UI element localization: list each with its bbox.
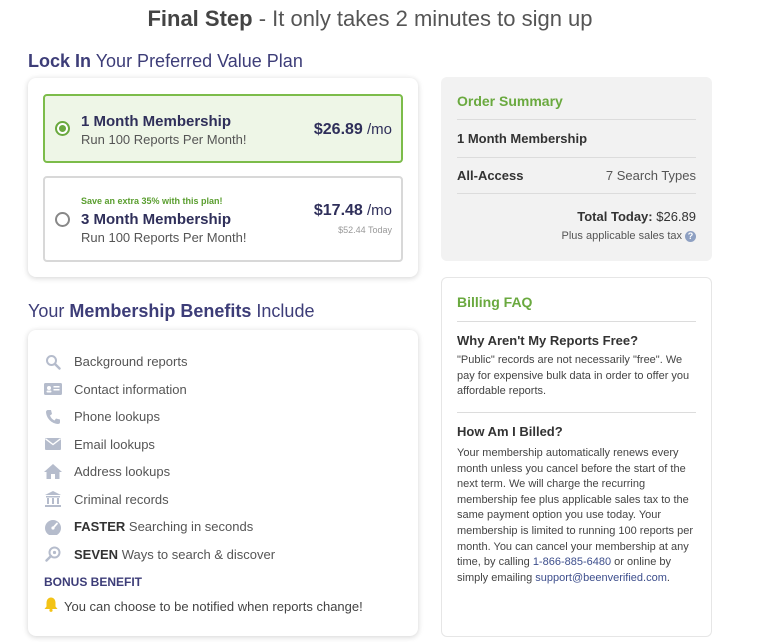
contact-card-icon bbox=[44, 380, 62, 398]
bonus-text: You can choose to be notified when repor… bbox=[64, 598, 363, 614]
envelope-icon bbox=[44, 435, 62, 453]
divider bbox=[457, 157, 696, 158]
benefits-section-title: Your Membership Benefits Include bbox=[28, 301, 314, 322]
plan-option-1-month[interactable]: 1 Month Membership Run 100 Reports Per M… bbox=[43, 94, 403, 163]
benefits-title-post: Include bbox=[251, 301, 315, 321]
benefit-item: Background reports bbox=[44, 348, 275, 376]
benefit-text: Background reports bbox=[74, 354, 188, 370]
benefit-item: Email lookups bbox=[44, 431, 275, 459]
benefit-bold: FASTER bbox=[74, 519, 126, 535]
faq-answer-text: . bbox=[666, 571, 670, 584]
tax-note: Plus applicable sales tax? bbox=[562, 230, 696, 242]
plan-price-unit: /mo bbox=[362, 121, 392, 138]
courthouse-icon bbox=[44, 490, 62, 508]
benefit-text: Address lookups bbox=[74, 464, 171, 480]
divider bbox=[457, 412, 696, 413]
benefit-item: SEVEN Ways to search & discover bbox=[44, 541, 275, 569]
benefit-item: Phone lookups bbox=[44, 403, 275, 431]
plan-promo: Save an extra 35% with this plan! bbox=[81, 196, 223, 206]
faq-answer-text: Your membership automatically renews eve… bbox=[457, 447, 694, 569]
benefits-title-bold: Membership Benefits bbox=[69, 301, 252, 321]
plan-section-title-bold: Lock In bbox=[28, 51, 92, 71]
plan-price-unit: /mo bbox=[362, 202, 392, 219]
total-label: Total Today: bbox=[577, 209, 653, 224]
benefit-item: Criminal records bbox=[44, 486, 275, 514]
summary-access-value: 7 Search Types bbox=[605, 168, 696, 183]
house-icon bbox=[44, 463, 62, 481]
faq-title: Billing FAQ bbox=[457, 294, 533, 310]
plan-price: $26.89 /mo bbox=[314, 121, 392, 139]
divider bbox=[457, 119, 696, 120]
header-rest: - It only takes 2 minutes to sign up bbox=[252, 6, 593, 31]
faq-answer: "Public" records are not necessarily "fr… bbox=[457, 354, 690, 398]
plan-name: 1 Month Membership bbox=[81, 113, 232, 130]
plan-price-note: $52.44 Today bbox=[338, 225, 392, 235]
benefit-item: Address lookups bbox=[44, 458, 275, 486]
speedometer-icon bbox=[44, 518, 62, 536]
plan-price: $17.48 /mo bbox=[314, 202, 392, 220]
benefit-text: Ways to search & discover bbox=[118, 546, 276, 562]
phone-link[interactable]: 1-866-885-6480 bbox=[533, 556, 611, 568]
faq-question: Why Aren't My Reports Free? bbox=[457, 333, 639, 348]
magnifier-icon bbox=[44, 545, 62, 563]
order-summary-title: Order Summary bbox=[457, 93, 563, 109]
bell-icon bbox=[44, 597, 58, 615]
benefit-item: Contact information bbox=[44, 376, 275, 404]
header-bold: Final Step bbox=[147, 6, 253, 31]
benefit-text: Contact information bbox=[74, 381, 187, 397]
tax-note-text: Plus applicable sales tax bbox=[561, 230, 682, 242]
radio-selected[interactable] bbox=[55, 121, 70, 136]
total-today: Total Today: $26.89 bbox=[577, 209, 696, 224]
plan-option-3-month[interactable]: Save an extra 35% with this plan! 3 Mont… bbox=[43, 176, 403, 262]
benefit-text: Criminal records bbox=[74, 491, 169, 507]
plan-price-value: $26.89 bbox=[313, 121, 363, 138]
faq-answer: Your membership automatically renews eve… bbox=[457, 446, 701, 586]
benefits-card: Background reports Contact information P… bbox=[28, 330, 418, 636]
radio-unselected[interactable] bbox=[55, 212, 70, 227]
page-header: Final Step - It only takes 2 minutes to … bbox=[0, 6, 740, 32]
benefit-list: Background reports Contact information P… bbox=[44, 348, 275, 568]
benefit-item: FASTER Searching in seconds bbox=[44, 513, 275, 541]
benefit-text: Email lookups bbox=[74, 436, 155, 452]
divider bbox=[457, 321, 696, 322]
plan-section-title: Lock In Your Preferred Value Plan bbox=[28, 51, 303, 72]
plans-card: 1 Month Membership Run 100 Reports Per M… bbox=[28, 78, 418, 277]
benefits-title-pre: Your bbox=[28, 301, 70, 321]
benefit-text: Phone lookups bbox=[74, 409, 161, 425]
faq-question: How Am I Billed? bbox=[457, 424, 563, 439]
order-summary: Order Summary 1 Month Membership All-Acc… bbox=[441, 77, 712, 261]
phone-icon bbox=[44, 408, 62, 426]
summary-item: 1 Month Membership bbox=[457, 131, 588, 146]
summary-access-label: All-Access bbox=[457, 168, 524, 183]
plan-subtitle: Run 100 Reports Per Month! bbox=[81, 132, 247, 147]
bonus-label: BONUS BENEFIT bbox=[44, 575, 143, 589]
plan-name: 3 Month Membership bbox=[81, 211, 232, 228]
search-icon bbox=[44, 353, 62, 371]
total-value: $26.89 bbox=[652, 209, 696, 224]
plan-section-title-rest: Your Preferred Value Plan bbox=[91, 51, 303, 71]
billing-faq: Billing FAQ Why Aren't My Reports Free? … bbox=[441, 277, 712, 637]
benefit-bold: SEVEN bbox=[74, 546, 119, 562]
help-icon[interactable]: ? bbox=[685, 230, 696, 242]
divider bbox=[457, 193, 696, 194]
email-link[interactable]: support@beenverified.com bbox=[535, 572, 667, 584]
plan-subtitle: Run 100 Reports Per Month! bbox=[81, 230, 247, 245]
bonus-benefit: You can choose to be notified when repor… bbox=[44, 597, 363, 615]
benefit-text: Searching in seconds bbox=[125, 519, 254, 535]
plan-price-value: $17.48 bbox=[313, 202, 363, 219]
